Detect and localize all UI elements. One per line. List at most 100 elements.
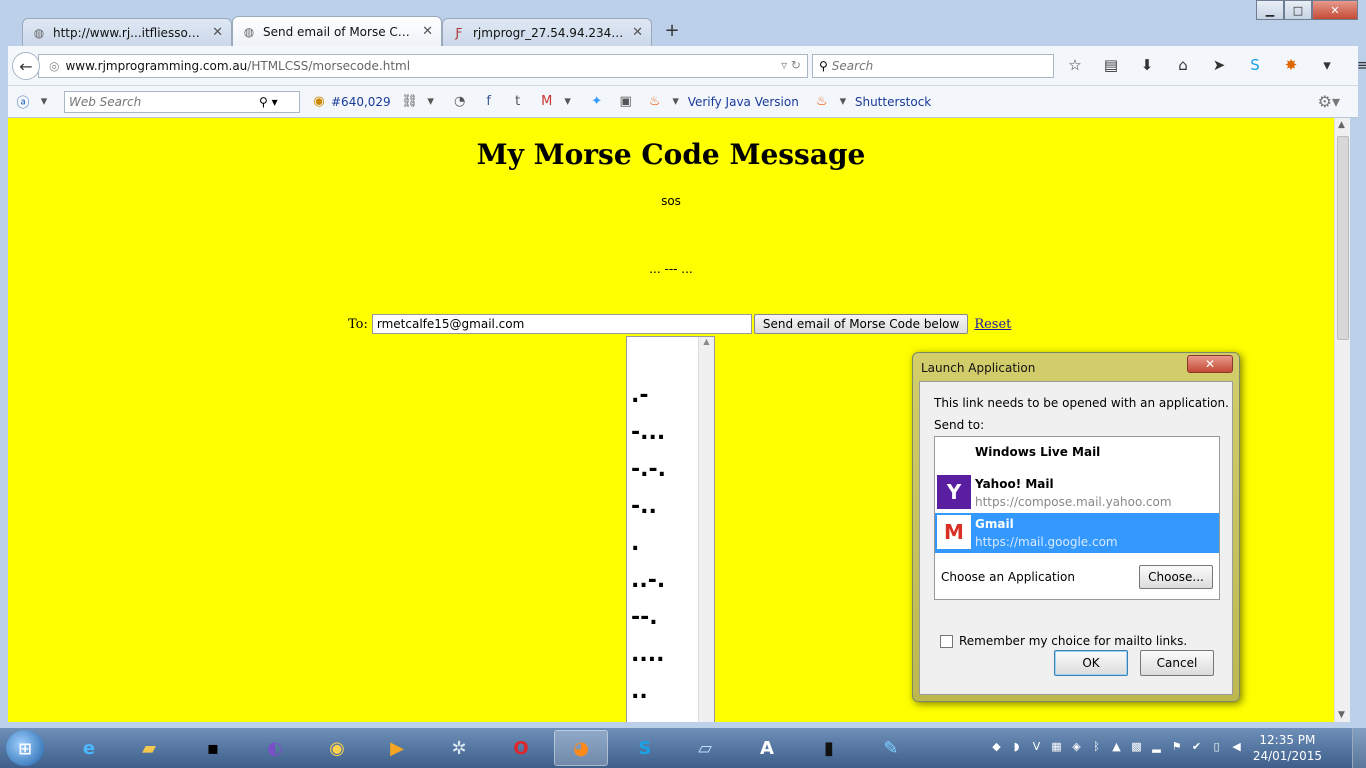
command-prompt-icon[interactable]: ▮ — [802, 730, 856, 766]
cancel-button[interactable]: Cancel — [1140, 650, 1214, 676]
chrome-icon[interactable]: ◉ — [310, 730, 364, 766]
tab-3[interactable]: Ƒ rjmprogr_27.54.94.234 - Fir... ✕ — [442, 18, 652, 46]
scrollbar[interactable]: ▲ — [698, 337, 714, 722]
dialog-close-button[interactable]: ✕ — [1187, 355, 1233, 373]
tray-icon[interactable]: V — [1030, 740, 1043, 753]
search-bar[interactable]: ⚲ — [812, 54, 1054, 78]
flame-icon[interactable]: ♨ — [813, 93, 831, 111]
tab-1[interactable]: ◍ http://www.rj...itfliessohigh ✕ — [22, 18, 232, 46]
tray-icon[interactable]: ◈ — [1070, 740, 1083, 753]
skype-icon[interactable]: S — [1244, 56, 1266, 74]
alexa-rank[interactable]: ◉ #640,029 — [310, 93, 390, 111]
app-item-gmail[interactable]: M Gmail https://mail.google.com — [935, 513, 1219, 553]
home-icon[interactable]: ⌂ — [1172, 56, 1194, 74]
bookmark-shutterstock[interactable]: Shutterstock — [855, 95, 931, 109]
id-card-icon[interactable]: ▣ — [617, 93, 635, 111]
safari-icon[interactable]: ✲ — [432, 730, 486, 766]
search-icon: ⚲ — [819, 59, 828, 73]
minimize-button[interactable]: ▁ — [1256, 0, 1284, 20]
globe-icon: ◉ — [313, 94, 325, 109]
skype-icon[interactable]: S — [618, 730, 672, 766]
dialog-message: This link needs to be opened with an app… — [934, 396, 1229, 410]
morse-code-text: ... --- ... — [649, 262, 693, 276]
morse-code-list-box[interactable]: ▲ .- -... -.-. -.. . ..-. --. .... .. — [626, 336, 715, 722]
paint-icon[interactable]: ✎ — [864, 730, 918, 766]
start-button[interactable]: ⊞ — [6, 730, 44, 766]
menu-icon[interactable]: ≡ — [1352, 56, 1366, 74]
tray-icon[interactable]: ✔ — [1190, 740, 1203, 753]
close-window-button[interactable]: ✕ — [1312, 0, 1358, 20]
page-scrollbar[interactable]: ▲ ▼ — [1334, 118, 1350, 722]
chevron-down-icon[interactable]: ▾ — [422, 93, 440, 111]
internet-explorer-icon[interactable]: e — [62, 730, 116, 766]
scroll-down-icon[interactable]: ▼ — [1338, 710, 1345, 720]
gear-icon[interactable]: ⚙▾ — [1318, 92, 1340, 111]
tray-icon[interactable]: ◆ — [990, 740, 1003, 753]
star-icon[interactable]: ☆ — [1064, 56, 1086, 74]
maximize-button[interactable]: □ — [1284, 0, 1312, 20]
tab-close-icon[interactable]: ✕ — [632, 25, 643, 40]
choose-application-row: Choose an Application Choose... — [941, 563, 1213, 591]
tab-close-icon[interactable]: ✕ — [422, 24, 433, 39]
reload-icon[interactable]: ▿ ↻ — [781, 58, 801, 72]
send-email-button[interactable]: Send email of Morse Code below — [753, 314, 969, 334]
clock-time: 12:35 PM — [1259, 733, 1316, 747]
chevron-down-icon[interactable]: ▾ — [559, 93, 577, 111]
firefox-icon[interactable]: ◕ — [554, 730, 608, 766]
download-icon[interactable]: ⬇ — [1136, 56, 1158, 74]
scrollbar-thumb[interactable] — [1337, 136, 1349, 340]
addon-icon[interactable]: ✸ — [1280, 56, 1302, 74]
media-player-icon[interactable]: ▶ — [370, 730, 424, 766]
link-icon[interactable]: ⛓ — [401, 93, 419, 111]
tab-close-icon[interactable]: ✕ — [212, 25, 223, 40]
reset-link[interactable]: Reset — [974, 317, 1011, 332]
gmail-icon[interactable]: M — [538, 93, 556, 111]
chevron-down-icon[interactable]: ▾ — [834, 93, 852, 111]
search-input[interactable] — [831, 59, 1032, 73]
opera-icon[interactable]: O — [494, 730, 548, 766]
notes-icon[interactable]: ▱ — [678, 730, 732, 766]
ok-button[interactable]: OK — [1054, 650, 1128, 676]
tab-2[interactable]: ◍ Send email of Morse Code ✕ — [232, 16, 442, 46]
tray-icon[interactable]: ▦ — [1050, 740, 1063, 753]
timer-icon[interactable]: ◔ — [451, 93, 469, 111]
app-item-yahoo-mail[interactable]: Y Yahoo! Mail https://compose.mail.yahoo… — [935, 473, 1219, 513]
show-desktop-button[interactable] — [1352, 728, 1366, 768]
tray-icon[interactable]: ▩ — [1130, 740, 1143, 753]
pdf-icon[interactable]: ▲ — [1110, 740, 1123, 753]
fire-icon[interactable]: ♨ — [646, 93, 664, 111]
reading-list-icon[interactable]: ▤ — [1100, 56, 1122, 74]
send-icon[interactable]: ➤ — [1208, 56, 1230, 74]
web-search-box[interactable]: ⚲ ▾ — [64, 90, 300, 113]
file-explorer-icon[interactable]: ▰ — [122, 730, 176, 766]
tray-icon[interactable]: ◗ — [1010, 740, 1023, 753]
chevron-down-icon[interactable]: ▾ — [667, 93, 685, 111]
chevron-down-icon[interactable]: ▾ — [35, 93, 53, 111]
clock[interactable]: 12:35 PM 24/01/2015 — [1253, 732, 1322, 764]
gmail-icon: M — [937, 515, 971, 549]
new-tab-button[interactable]: + — [660, 20, 684, 41]
dropdown-icon[interactable]: ▾ — [1316, 56, 1338, 74]
remember-checkbox[interactable] — [940, 634, 953, 648]
back-button[interactable]: ← — [12, 52, 40, 80]
editor-icon[interactable]: A — [740, 730, 794, 766]
globe-icon: ◎ — [49, 59, 60, 73]
facebook-icon[interactable]: f — [480, 93, 498, 111]
twitter-icon[interactable]: t — [509, 93, 527, 111]
bluetooth-icon[interactable]: ᛒ — [1090, 740, 1103, 753]
remember-choice[interactable]: Remember my choice for mailto links. — [940, 634, 1187, 648]
ask-icon[interactable]: ⓐ — [14, 93, 32, 111]
email-field[interactable] — [371, 314, 752, 334]
scroll-up-icon[interactable]: ▲ — [1338, 120, 1345, 130]
volume-icon[interactable]: ◀ — [1230, 740, 1243, 753]
web-search-input[interactable] — [69, 94, 259, 109]
choose-button[interactable]: Choose... — [1139, 565, 1213, 589]
signal-icon[interactable]: ▂ — [1150, 740, 1163, 753]
bookmark-verify-java[interactable]: Verify Java Version — [688, 95, 799, 109]
eclipse-icon[interactable]: ◐ — [248, 730, 302, 766]
url-bar[interactable]: ◎ www.rjmprogramming.com.au /HTMLCSS/mor… — [38, 54, 808, 78]
flag-icon[interactable]: ⚑ — [1170, 740, 1183, 753]
sparkle-icon[interactable]: ✦ — [588, 93, 606, 111]
tray-icon[interactable]: ▯ — [1210, 740, 1223, 753]
terminal-app-icon[interactable]: ▪ — [186, 730, 240, 766]
